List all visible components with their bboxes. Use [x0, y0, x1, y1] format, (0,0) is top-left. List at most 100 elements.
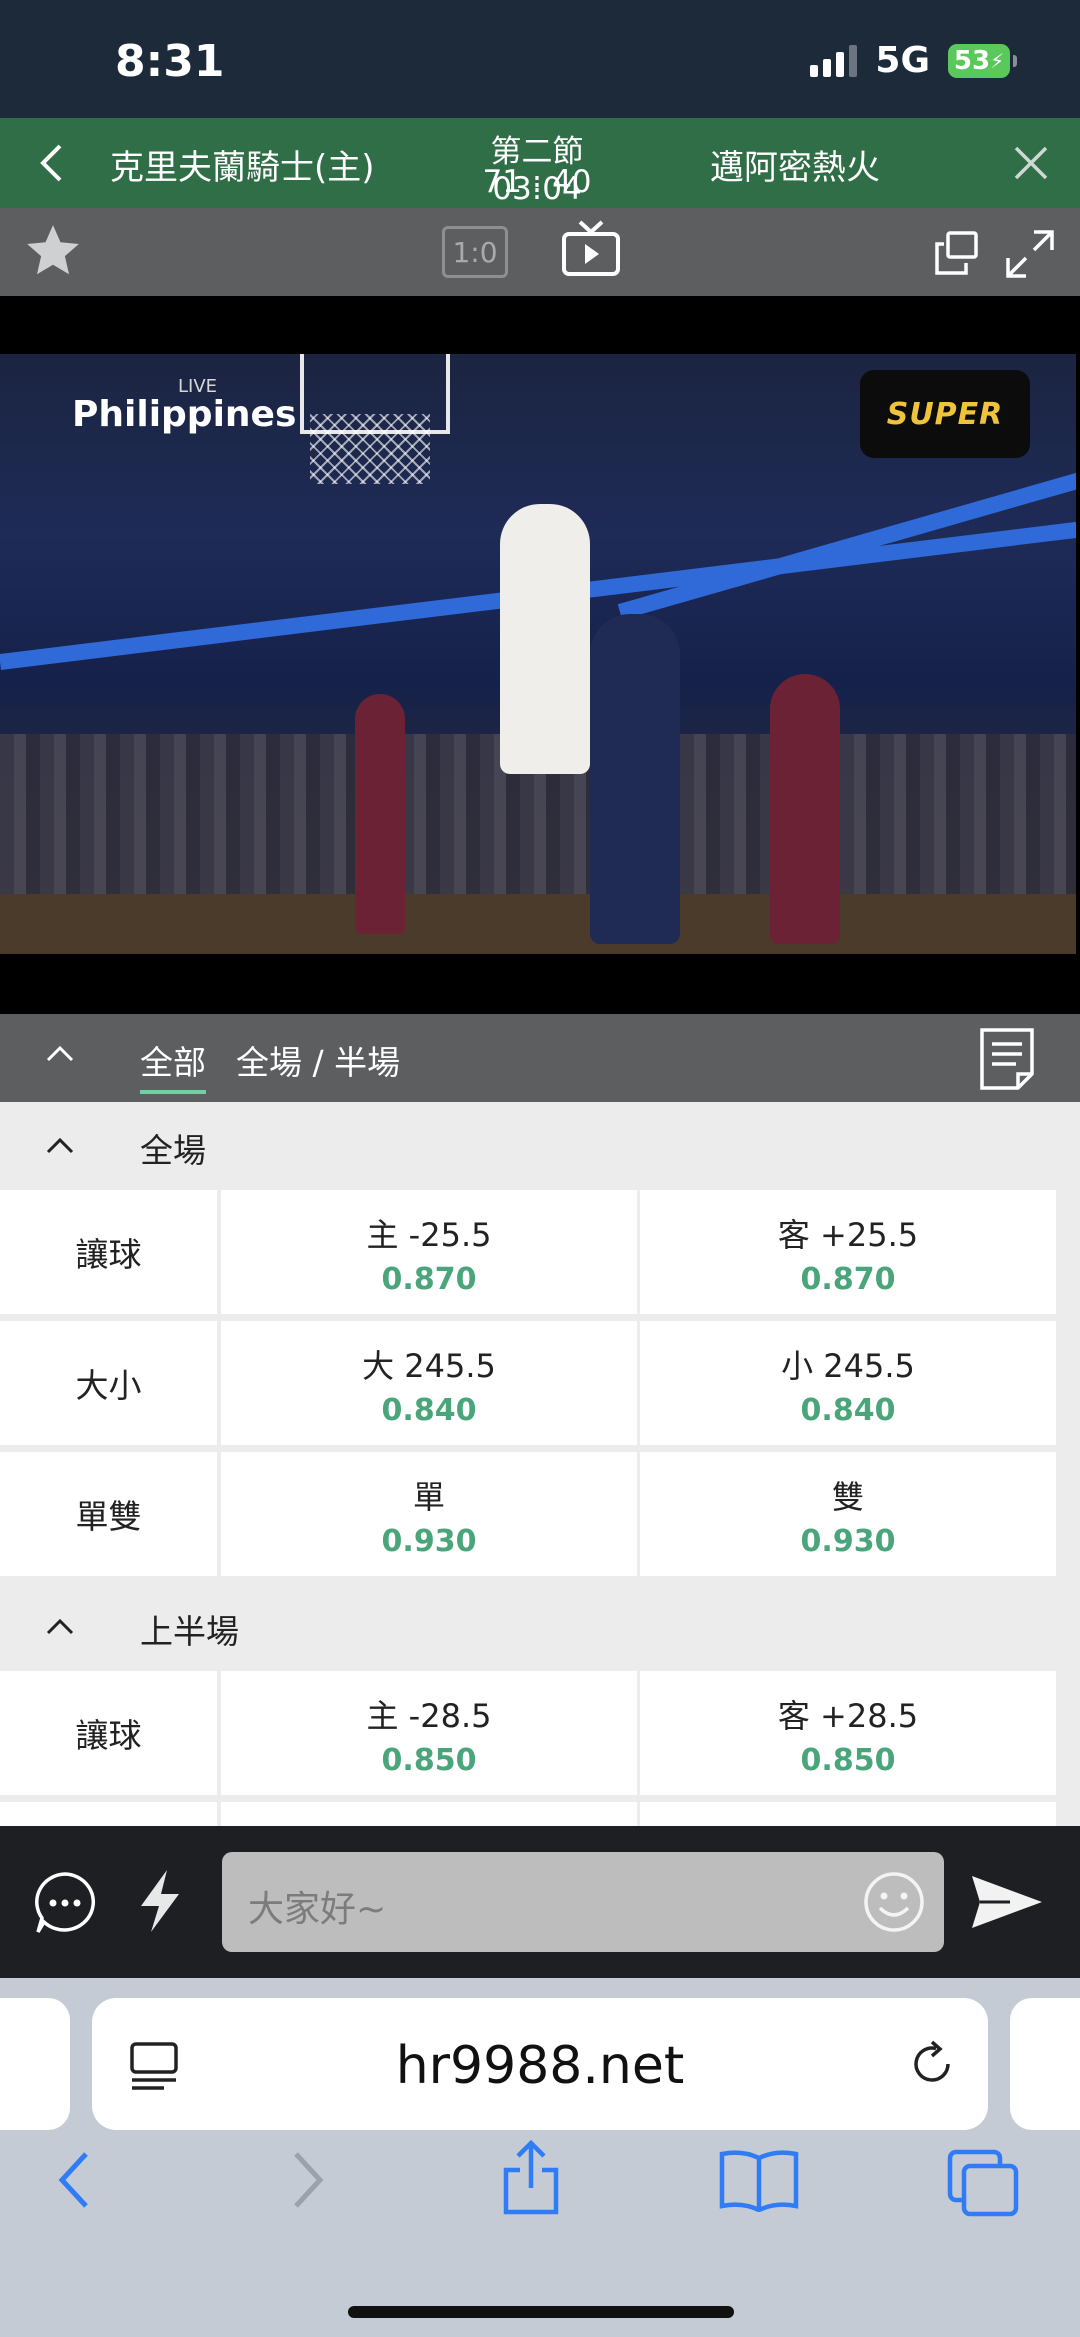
tab-full-half[interactable]: 全場 / 半場 [236, 1036, 400, 1084]
odds-line: 大 245.5 [362, 1347, 496, 1385]
chat-button[interactable] [32, 1870, 98, 1940]
picture-in-picture-button[interactable] [934, 230, 980, 280]
emoji-icon[interactable] [862, 1870, 926, 1934]
previous-tab-preview[interactable] [0, 1998, 70, 2130]
status-bar: 8:31 5G 53 ⚡ [0, 0, 1080, 118]
odds-line: 雙 [831, 1478, 864, 1516]
chevron-up-icon [46, 1137, 74, 1154]
chat-input[interactable]: 大家好~ [222, 1852, 944, 1952]
chevron-up-icon [46, 1618, 74, 1635]
odds-value: 0.850 [381, 1743, 477, 1778]
market-tabbar: 全部 全場 / 半場 [0, 1014, 1080, 1102]
odds-line: 主 -25.5 [366, 1216, 492, 1254]
tabs-icon[interactable] [946, 2148, 1020, 2218]
share-icon[interactable] [498, 2138, 564, 2218]
odds-value: 0.870 [800, 1262, 896, 1297]
market-label: 單雙 [0, 1452, 217, 1576]
url-text[interactable]: hr9988.net [92, 2036, 988, 2096]
odds-cell-over[interactable]: 大 245.5 0.840 [221, 1321, 637, 1445]
video-player[interactable]: LIVE Philippines SUPER [0, 296, 1080, 1014]
broadcast-name: Philippines [72, 394, 297, 435]
chat-bubble-icon [35, 1872, 96, 1933]
market-row-partial [0, 1802, 1076, 1826]
channel-logo: SUPER [860, 370, 1030, 458]
status-time: 8:31 [115, 36, 225, 87]
section-full-game[interactable]: 全場 [0, 1102, 1080, 1190]
live-video-button[interactable] [560, 218, 622, 284]
quick-message-button[interactable] [135, 1868, 185, 1938]
collapse-video-button[interactable] [42, 1036, 78, 1076]
player-toolbar: 1:0 [0, 208, 1080, 296]
close-button[interactable] [1006, 138, 1056, 188]
match-score: 71 : 40 [482, 164, 592, 200]
chevron-up-icon [46, 1045, 74, 1062]
odds-cell-partial[interactable] [221, 1802, 637, 1826]
expand-icon [1006, 230, 1054, 278]
odds-value: 0.870 [381, 1262, 477, 1297]
back-button[interactable] [26, 138, 76, 188]
section-first-half[interactable]: 上半場 [0, 1583, 1080, 1671]
battery-level: 53 [953, 45, 991, 76]
popout-icon [935, 231, 978, 275]
network-type: 5G [875, 40, 930, 81]
odds-value: 0.840 [381, 1393, 477, 1428]
send-icon [972, 1876, 1042, 1928]
market-row-total: 大小 大 245.5 0.840 小 245.5 0.840 [0, 1321, 1076, 1447]
home-indicator [348, 2306, 734, 2318]
close-icon [1014, 146, 1048, 180]
market-row-handicap: 讓球 主 -28.5 0.850 客 +28.5 0.850 [0, 1671, 1076, 1797]
video-frame[interactable]: LIVE Philippines SUPER [0, 354, 1076, 954]
bookmarks-icon[interactable] [718, 2148, 800, 2212]
odds-cell-partial[interactable] [640, 1802, 1056, 1826]
signal-icon [810, 44, 858, 77]
odds-value: 0.850 [800, 1743, 896, 1778]
lightning-icon [141, 1870, 179, 1932]
next-tab-preview[interactable] [1010, 1998, 1080, 2130]
odds-value: 0.930 [381, 1524, 477, 1559]
score-view-toggle[interactable]: 1:0 [442, 226, 508, 278]
chat-placeholder: 大家好~ [248, 1889, 387, 1930]
favorite-button[interactable] [22, 220, 84, 286]
odds-value: 0.930 [800, 1524, 896, 1559]
reload-icon[interactable] [906, 2038, 958, 2090]
market-row-handicap: 讓球 主 -25.5 0.870 客 +25.5 0.870 [0, 1190, 1076, 1316]
section-title: 全場 [140, 1131, 206, 1170]
document-icon [980, 1028, 1034, 1090]
bet-slip-button[interactable] [976, 1026, 1038, 1096]
away-team: 邁阿密熱火 [710, 148, 880, 188]
odds-cell-away[interactable]: 客 +25.5 0.870 [640, 1190, 1056, 1314]
odds-line: 主 -28.5 [366, 1697, 492, 1735]
browser-back-icon[interactable] [52, 2148, 96, 2212]
odds-cell-even[interactable]: 雙 0.930 [640, 1452, 1056, 1576]
odds-line: 小 245.5 [781, 1347, 915, 1385]
odds-cell-home[interactable]: 主 -28.5 0.850 [221, 1671, 637, 1795]
market-label-partial [0, 1802, 217, 1826]
tab-all[interactable]: 全部 [140, 1036, 206, 1094]
market-label: 讓球 [0, 1190, 217, 1314]
address-bar[interactable]: hr9988.net [92, 1998, 988, 2130]
odds-cell-under[interactable]: 小 245.5 0.840 [640, 1321, 1056, 1445]
chevron-left-icon [40, 144, 62, 182]
market-row-odd-even: 單雙 單 0.930 雙 0.930 [0, 1452, 1076, 1578]
odds-line: 客 +25.5 [777, 1216, 919, 1254]
match-header: 克里夫蘭騎士(主) 第二節 03:04 71 : 40 邁阿密熱火 [0, 118, 1080, 208]
status-indicators: 5G 53 ⚡ [810, 40, 1017, 81]
broadcast-watermark: LIVE Philippines [72, 376, 297, 435]
market-label: 大小 [0, 1321, 217, 1445]
odds-cell-away[interactable]: 客 +28.5 0.850 [640, 1671, 1056, 1795]
odds-line: 單 [412, 1478, 445, 1516]
chat-bar: 大家好~ [0, 1826, 1080, 1978]
market-label: 讓球 [0, 1671, 217, 1795]
section-title: 上半場 [140, 1612, 239, 1651]
send-button[interactable] [970, 1872, 1044, 1936]
odds-cell-odd[interactable]: 單 0.930 [221, 1452, 637, 1576]
browser-chrome: hr9988.net [0, 1978, 1080, 2337]
star-icon [27, 225, 79, 275]
browser-forward-icon[interactable] [286, 2148, 330, 2212]
home-team: 克里夫蘭騎士(主) [110, 148, 375, 188]
broadcast-live-label: LIVE [178, 376, 218, 397]
tv-play-icon [562, 220, 620, 276]
fullscreen-button[interactable] [1004, 228, 1056, 284]
odds-line: 客 +28.5 [777, 1697, 919, 1735]
odds-cell-home[interactable]: 主 -25.5 0.870 [221, 1190, 637, 1314]
